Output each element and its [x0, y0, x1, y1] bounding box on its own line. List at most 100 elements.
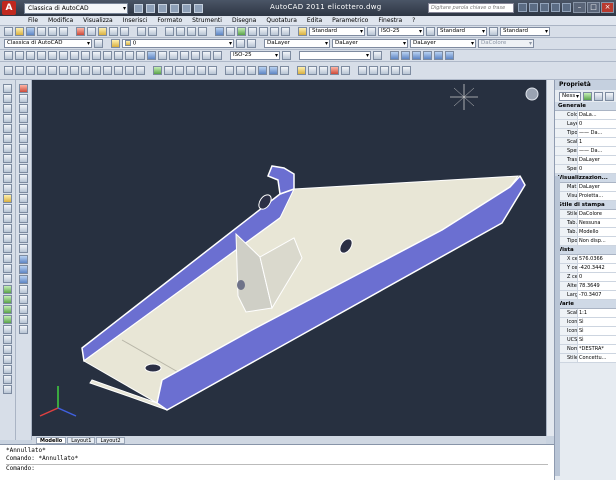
vertical-scrollbar[interactable]	[546, 80, 554, 436]
subtract-icon[interactable]	[19, 265, 28, 274]
workspace-combo[interactable]: Classica di AutoCAD	[4, 39, 92, 48]
separate-icon[interactable]	[19, 325, 28, 334]
imprint-icon[interactable]	[19, 315, 28, 324]
hatch-icon[interactable]	[3, 224, 12, 233]
property-row[interactable]: Layer0	[555, 120, 616, 129]
plotstyle-select[interactable]: DaColore	[478, 39, 534, 48]
menu-item-quotatura[interactable]: Quotatura	[266, 17, 297, 24]
ortho-icon[interactable]	[380, 66, 389, 75]
mirror-icon[interactable]	[19, 104, 28, 113]
dim-style-combo[interactable]: ISO-25	[230, 51, 280, 60]
continue-icon[interactable]	[114, 51, 123, 60]
publish-icon[interactable]	[59, 27, 68, 36]
array-icon[interactable]	[19, 124, 28, 133]
property-value[interactable]: DaColore	[577, 210, 616, 218]
walk-icon[interactable]	[186, 66, 195, 75]
ucs-apply-icon[interactable]	[136, 66, 145, 75]
communication-icon[interactable]	[540, 3, 549, 12]
break-at-point-icon[interactable]	[19, 194, 28, 203]
property-row[interactable]: Tras...DaLayer	[555, 156, 616, 165]
sweep-icon[interactable]	[3, 365, 12, 374]
property-value[interactable]: Nessuna	[577, 219, 616, 227]
grid-icon[interactable]	[369, 66, 378, 75]
redo-icon[interactable]	[182, 3, 191, 13]
ucs-view-icon[interactable]	[59, 66, 68, 75]
property-section-header[interactable]: Generale	[555, 102, 616, 111]
point-icon[interactable]	[3, 214, 12, 223]
property-value[interactable]: 576.0366	[577, 255, 616, 263]
dim-style-manager-icon[interactable]	[282, 51, 291, 60]
gradient-icon[interactable]	[3, 234, 12, 243]
property-value[interactable]: Sì	[577, 327, 616, 335]
menu-item-finestra[interactable]: Finestra	[378, 17, 402, 24]
copy-object-icon[interactable]	[19, 94, 28, 103]
mleader-style-select[interactable]: Standard	[500, 27, 550, 36]
extend-icon[interactable]	[19, 184, 28, 193]
property-row[interactable]: Nom...*DESTRA*	[555, 345, 616, 354]
search-icon[interactable]	[518, 3, 527, 12]
property-value[interactable]: DaLayer	[577, 183, 616, 191]
tab-layout1[interactable]: Layout1	[67, 436, 96, 444]
property-row[interactable]: Tipo...Non disp...	[555, 237, 616, 246]
close-button[interactable]: ×	[601, 2, 614, 13]
zoom-previous-icon[interactable]	[198, 27, 207, 36]
shell-icon[interactable]	[19, 305, 28, 314]
block-editor-icon[interactable]	[120, 27, 129, 36]
radius-icon[interactable]	[48, 51, 57, 60]
command-input[interactable]: Comando:	[6, 464, 548, 473]
move-icon[interactable]	[19, 134, 28, 143]
ucs-object-icon[interactable]	[48, 66, 57, 75]
dim-style-icon[interactable]	[367, 27, 376, 36]
jogged-icon[interactable]	[59, 51, 68, 60]
property-row[interactable]: Altezza78.3649	[555, 282, 616, 291]
ucs-x-icon[interactable]	[103, 66, 112, 75]
named-views-icon[interactable]	[373, 51, 382, 60]
slice-icon[interactable]	[19, 285, 28, 294]
view-left-icon[interactable]	[412, 51, 421, 60]
intersect-icon[interactable]	[19, 275, 28, 284]
new-icon[interactable]	[4, 27, 13, 36]
property-row[interactable]: Tab...Nessuna	[555, 219, 616, 228]
torus-icon[interactable]	[3, 325, 12, 334]
property-row[interactable]: Mat...DaLayer	[555, 183, 616, 192]
maximize-button[interactable]: □	[587, 2, 600, 13]
view-right-icon[interactable]	[423, 51, 432, 60]
property-section-header[interactable]: Stile di stampa	[555, 201, 616, 210]
plot-icon[interactable]	[37, 27, 46, 36]
make-block-icon[interactable]	[3, 204, 12, 213]
property-row[interactable]: X ce...576.0366	[555, 255, 616, 264]
property-section-header[interactable]: Varie	[555, 300, 616, 309]
explode-icon[interactable]	[19, 244, 28, 253]
tab-layout2[interactable]: Layout2	[96, 436, 125, 444]
dim-update-icon[interactable]	[213, 51, 222, 60]
property-value[interactable]: 1	[577, 138, 616, 146]
property-row[interactable]: Z ce...0	[555, 273, 616, 282]
property-section-header[interactable]: Vista	[555, 246, 616, 255]
table-style-icon[interactable]	[426, 27, 435, 36]
property-row[interactable]: UCS ...Sì	[555, 336, 616, 345]
scale-icon[interactable]	[19, 154, 28, 163]
camera-icon[interactable]	[208, 66, 217, 75]
text-style-select[interactable]: Standard	[309, 27, 365, 36]
mtext-icon[interactable]	[3, 264, 12, 273]
palette-side-strip[interactable]	[555, 176, 560, 476]
tolerance-icon[interactable]	[147, 51, 156, 60]
property-row[interactable]: Visu...Proietta...	[555, 192, 616, 201]
box-icon[interactable]	[3, 285, 12, 294]
save-icon[interactable]	[26, 27, 35, 36]
menu-item-formato[interactable]: Formato	[157, 17, 182, 24]
materials-icon[interactable]	[319, 66, 328, 75]
property-value[interactable]: -70.3407	[577, 291, 616, 299]
autocad-logo-icon[interactable]: A	[2, 1, 16, 15]
property-value[interactable]: 1:1	[577, 309, 616, 317]
layer-previous-icon[interactable]	[247, 39, 256, 48]
loft-icon[interactable]	[3, 375, 12, 384]
circle-icon[interactable]	[3, 144, 12, 153]
dim-edit-icon[interactable]	[191, 51, 200, 60]
property-row[interactable]: Tipo ...—— Da...	[555, 129, 616, 138]
property-row[interactable]: Icon...Sì	[555, 318, 616, 327]
menu-item-visualizza[interactable]: Visualizza	[83, 17, 113, 24]
rotate-icon[interactable]	[19, 144, 28, 153]
sheet-set-icon[interactable]	[248, 27, 257, 36]
mleader-style-icon[interactable]	[489, 27, 498, 36]
